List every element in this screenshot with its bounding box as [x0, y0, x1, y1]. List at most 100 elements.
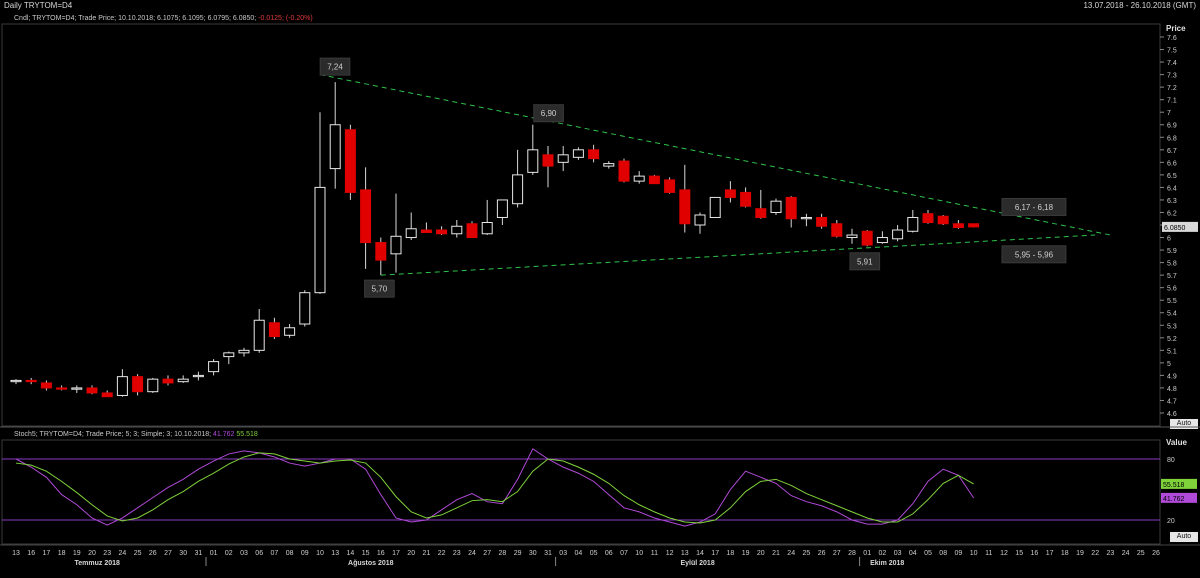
x-tick-label: 01	[863, 550, 871, 557]
x-tick-label: 17	[43, 550, 51, 557]
price-tick-label: 6.3	[1167, 198, 1177, 205]
x-tick-label: 15	[1015, 550, 1023, 557]
price-tick-label: 7.6	[1167, 35, 1177, 42]
x-tick-label: 24	[468, 550, 476, 557]
x-tick-label: 10	[635, 550, 643, 557]
candle-up	[284, 327, 296, 336]
x-tick-label: 08	[286, 550, 294, 557]
x-tick-label: 16	[377, 550, 385, 557]
x-tick-label: 03	[894, 550, 902, 557]
x-tick-label: 09	[301, 550, 309, 557]
x-tick-label: 10	[970, 550, 978, 557]
x-tick-label: 28	[499, 550, 507, 557]
candle-down	[268, 322, 280, 338]
x-tick-label: 04	[909, 550, 917, 557]
candle-down	[648, 175, 660, 185]
x-tick-label: 06	[255, 550, 263, 557]
price-tick-label: 6.9	[1167, 123, 1177, 130]
price-tick-label: 4.8	[1167, 386, 1177, 393]
candle-down	[25, 379, 37, 383]
x-tick-label: 05	[924, 550, 932, 557]
x-tick-label: 27	[483, 550, 491, 557]
x-tick-label: 25	[803, 550, 811, 557]
x-tick-label: 18	[727, 550, 735, 557]
price-tick-label: 5.2	[1167, 336, 1177, 343]
stoch-d-value: 55.518	[1163, 482, 1185, 489]
price-tick-label: 5	[1167, 361, 1171, 368]
stoch-panel-frame	[1, 439, 1161, 545]
price-tick-label: 4.6	[1167, 411, 1177, 418]
x-tick-label: 13	[681, 550, 689, 557]
candle-up	[147, 378, 159, 393]
price-tick-label: 7.4	[1167, 60, 1177, 67]
x-tick-label: 10	[316, 550, 324, 557]
x-tick-label: 04	[575, 550, 583, 557]
candle-down	[420, 229, 432, 234]
candle-up	[192, 374, 204, 378]
candle-up	[71, 387, 83, 390]
x-tick-label: 24	[787, 550, 795, 557]
price-tick-label: 6.4	[1167, 185, 1177, 192]
price-tick-label: 5.3	[1167, 323, 1177, 330]
x-tick-label: 12	[666, 550, 674, 557]
x-tick-label: 18	[58, 550, 66, 557]
x-tick-label: 31	[195, 550, 203, 557]
candle-down	[831, 223, 843, 237]
candle-up	[390, 235, 402, 255]
x-tick-label: 05	[590, 550, 598, 557]
x-tick-label: 15	[362, 550, 370, 557]
candle-up	[633, 175, 645, 182]
candle-up	[481, 221, 493, 235]
x-tick-label: 07	[271, 550, 279, 557]
x-tick-label: 29	[514, 550, 522, 557]
x-tick-label: 16	[1031, 550, 1039, 557]
candle-up	[709, 196, 721, 218]
candle-up	[208, 361, 220, 373]
candle-up	[329, 124, 341, 170]
candle-up	[527, 149, 539, 173]
price-annotation-label: 5,95 - 5,96	[1015, 250, 1054, 259]
candle-up	[907, 216, 919, 232]
price-tick-label: 6.2	[1167, 210, 1177, 217]
candle-down	[968, 223, 980, 228]
price-tick-label: 7.2	[1167, 85, 1177, 92]
stoch-tick-label: 20	[1167, 518, 1175, 525]
price-tick-label: 5.4	[1167, 311, 1177, 318]
x-tick-label: 28	[848, 550, 856, 557]
month-label: Temmuz 2018	[75, 560, 120, 567]
x-tick-label: 30	[179, 550, 187, 557]
candle-up	[846, 234, 858, 239]
candle-down	[40, 382, 52, 389]
candle-down	[101, 392, 113, 398]
x-tick-label: 22	[1091, 550, 1099, 557]
candle-up	[253, 319, 265, 351]
candle-up	[299, 292, 311, 325]
x-tick-label: 06	[605, 550, 613, 557]
candle-down	[344, 129, 356, 193]
x-tick-label: 24	[1122, 550, 1130, 557]
x-tick-label: 25	[1137, 550, 1145, 557]
x-tick-label: 02	[879, 550, 887, 557]
price-tick-label: 6.6	[1167, 160, 1177, 167]
candle-up	[405, 228, 417, 239]
price-tick-label: 6	[1167, 236, 1171, 243]
candle-down	[618, 160, 630, 182]
stoch-k-line	[15, 448, 975, 527]
candle-up	[177, 378, 189, 383]
price-annotation-label: 5,91	[857, 257, 873, 266]
month-label: Ağustos 2018	[348, 560, 394, 567]
candle-up	[238, 349, 250, 354]
candle-up	[892, 229, 904, 240]
price-panel-frame	[1, 23, 1161, 427]
price-annotation-label: 6,90	[541, 109, 557, 118]
x-tick-label: 14	[347, 550, 355, 557]
candle-up	[116, 376, 128, 396]
candle-up	[451, 225, 463, 235]
candle-down	[937, 215, 949, 225]
x-tick-label: 18	[1061, 550, 1069, 557]
candle-up	[603, 163, 615, 167]
candle-up	[512, 174, 524, 205]
x-tick-label: 22	[438, 550, 446, 557]
stoch-d-line	[15, 452, 974, 524]
candle-up	[876, 237, 888, 244]
